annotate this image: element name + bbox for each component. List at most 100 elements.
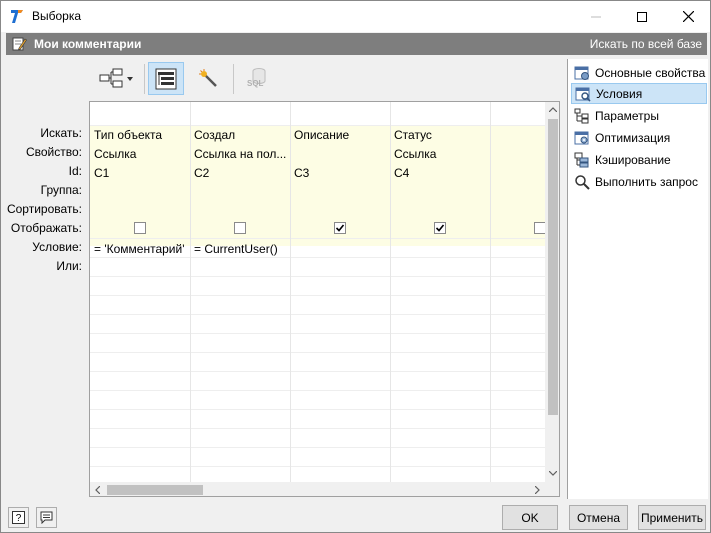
magic-wand-button[interactable] [193, 62, 225, 95]
scroll-down-icon[interactable] [545, 466, 559, 481]
row-label-id: Id: [68, 164, 82, 178]
nav-item-optimization[interactable]: Оптимизация [571, 127, 707, 148]
comment-icon [40, 511, 53, 524]
query-header: Мои комментарии Искать по всей базе [6, 33, 707, 55]
maximize-icon [637, 11, 647, 22]
grid-column-line [490, 102, 491, 483]
grid-view-button[interactable] [148, 62, 184, 95]
row-label-sort: Сортировать: [6, 202, 82, 216]
cell-id[interactable]: C4 [394, 166, 488, 180]
cell-property[interactable]: Ссылка [394, 147, 488, 161]
cell-search[interactable]: Статус [394, 128, 488, 142]
nav-item-label: Выполнить запрос [595, 174, 698, 189]
window-title: Выборка [32, 9, 82, 23]
grid-row-line [90, 295, 545, 296]
maximize-button[interactable] [619, 1, 665, 32]
nav-item-label: Кэширование [595, 152, 671, 167]
scroll-right-icon[interactable] [530, 482, 545, 496]
nav-item-caching[interactable]: Кэширование [571, 149, 707, 170]
nav-item-label: Основные свойства [595, 65, 706, 80]
search-scope-link[interactable]: Искать по всей базе [590, 37, 702, 51]
properties-icon [574, 66, 589, 80]
cell-property[interactable]: Ссылка [94, 147, 188, 161]
cell-condition[interactable]: = 'Комментарий' [94, 242, 190, 256]
parameters-icon [574, 108, 589, 123]
help-icon: ? [12, 511, 25, 524]
toolbar-separator [144, 64, 145, 94]
scroll-corner [545, 482, 559, 496]
grid-row-line [90, 409, 545, 410]
grid-row-line [90, 352, 545, 353]
grid-row-line [90, 371, 545, 372]
row-label-property: Свойство: [25, 145, 82, 159]
help-button[interactable]: ? [8, 507, 29, 528]
minimize-button[interactable] [573, 1, 619, 32]
sql-button[interactable]: SQL [241, 62, 273, 95]
scroll-up-icon[interactable] [545, 102, 559, 117]
app-logo-icon [9, 8, 25, 24]
optimization-icon [574, 131, 589, 144]
cell-search[interactable]: Создал [194, 128, 288, 142]
title-bar: Выборка [1, 1, 710, 32]
grid-row-line [90, 314, 545, 315]
nav-item-parameters[interactable]: Параметры [571, 105, 707, 126]
grid-row-line [90, 447, 545, 448]
grid-view-icon [155, 68, 177, 89]
close-icon [682, 11, 694, 22]
nav-item-main-properties[interactable]: Основные свойства [571, 62, 707, 83]
query-grid[interactable]: Тип объекта Ссылка C1 = 'Комментарий' Со… [89, 101, 560, 497]
filter-band [90, 126, 545, 246]
display-checkbox[interactable] [334, 222, 346, 234]
apply-button[interactable]: Применить [638, 505, 706, 530]
nav-item-conditions[interactable]: Условия [571, 83, 707, 104]
cancel-button[interactable]: Отмена [569, 505, 628, 530]
settings-nav-panel: Основные свойства Условия Параметры Опти… [567, 59, 708, 499]
close-button[interactable] [665, 1, 711, 32]
magic-wand-icon [199, 68, 217, 87]
grid-row-line [90, 333, 545, 334]
cell-id[interactable]: C3 [294, 166, 388, 180]
chevron-down-icon [127, 76, 133, 81]
cell-id[interactable]: C2 [194, 166, 288, 180]
vertical-scroll-thumb[interactable] [548, 119, 558, 415]
cell-search[interactable]: Описание [294, 128, 388, 142]
row-label-display: Отображать: [10, 221, 82, 235]
query-window: Выборка Мои комментарии Искать по всей б… [0, 0, 711, 533]
cell-id[interactable]: C1 [94, 166, 188, 180]
row-label-or: Или: [56, 259, 82, 273]
edit-query-icon [12, 37, 27, 51]
grid-column-line [290, 102, 291, 483]
query-title: Мои комментарии [34, 37, 142, 51]
grid-column-line [390, 102, 391, 483]
grid-row-line [90, 257, 545, 258]
grid-row-line [90, 466, 545, 467]
hierarchy-icon [99, 68, 133, 87]
conditions-icon [575, 87, 591, 102]
sql-label: SQL [247, 79, 264, 88]
checkmark-icon [435, 224, 445, 232]
grid-row-line [90, 390, 545, 391]
comment-button[interactable] [36, 507, 57, 528]
nav-item-label: Параметры [595, 108, 659, 123]
grid-row-line [90, 238, 545, 239]
scroll-left-icon[interactable] [90, 482, 105, 496]
cell-search[interactable]: Тип объекта [94, 128, 188, 142]
checkmark-icon [335, 224, 345, 232]
horizontal-scrollbar[interactable] [90, 482, 545, 496]
cell-property[interactable]: Ссылка на пол... [194, 147, 288, 161]
display-checkbox[interactable] [434, 222, 446, 234]
grid-row-line [90, 428, 545, 429]
display-checkbox[interactable] [234, 222, 246, 234]
svg-text:?: ? [16, 513, 22, 524]
minimize-icon [591, 16, 601, 17]
cell-condition[interactable]: = CurrentUser() [194, 242, 290, 256]
horizontal-scroll-thumb[interactable] [107, 485, 203, 495]
vertical-scrollbar[interactable] [545, 102, 559, 482]
row-label-search: Искать: [40, 126, 82, 140]
grid-row-line [90, 276, 545, 277]
grid-column-line [190, 102, 191, 483]
display-checkbox[interactable] [134, 222, 146, 234]
hierarchy-dropdown-button[interactable] [91, 62, 141, 95]
nav-item-run-query[interactable]: Выполнить запрос [571, 171, 707, 192]
ok-button[interactable]: OK [502, 505, 558, 530]
